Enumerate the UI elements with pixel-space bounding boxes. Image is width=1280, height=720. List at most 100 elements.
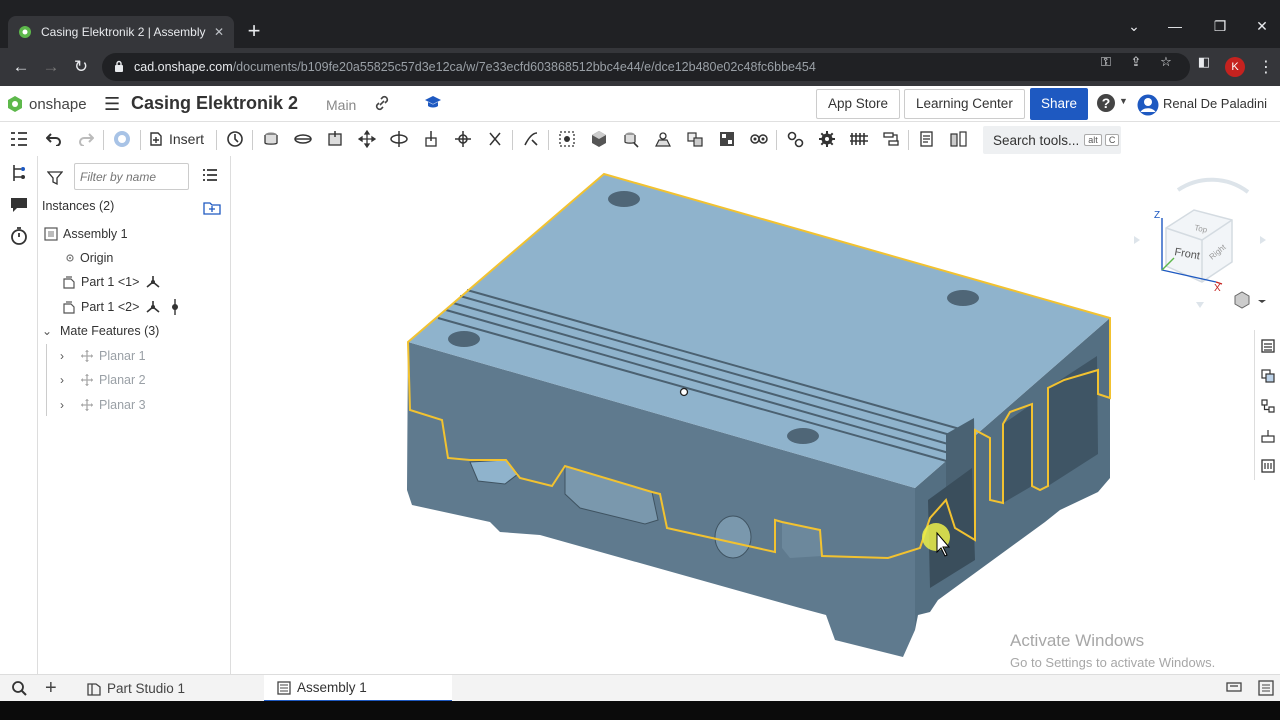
mates-panel-icon[interactable] bbox=[1260, 398, 1276, 414]
tree-item-mate-features[interactable]: ⌄ Mate Features (3) bbox=[42, 322, 159, 340]
app-store-button[interactable]: App Store bbox=[816, 89, 901, 119]
close-window-icon[interactable]: ✕ bbox=[1252, 18, 1272, 35]
reload-icon[interactable]: ↻ bbox=[70, 56, 92, 78]
named-positions-icon[interactable] bbox=[880, 129, 902, 149]
profile-avatar[interactable]: K bbox=[1225, 57, 1245, 77]
chevron-right-icon[interactable]: › bbox=[60, 349, 72, 363]
link-icon[interactable] bbox=[374, 95, 390, 111]
tree-item-planar-2[interactable]: › Planar 2 bbox=[60, 371, 146, 389]
gear-relation-icon[interactable] bbox=[652, 129, 674, 149]
document-title[interactable]: Casing Elektronik 2 bbox=[131, 93, 298, 114]
learning-cap-icon[interactable] bbox=[424, 95, 442, 111]
tree-item-origin[interactable]: Origin bbox=[65, 249, 113, 267]
rack-pinion-icon[interactable] bbox=[684, 129, 706, 149]
slider-mate-icon[interactable] bbox=[324, 129, 346, 149]
document-properties-icon[interactable] bbox=[1258, 680, 1274, 696]
planar-mate-icon[interactable] bbox=[356, 129, 378, 149]
measure-icon[interactable] bbox=[948, 129, 970, 149]
stopwatch-icon[interactable] bbox=[9, 226, 29, 246]
revolute-mate-icon[interactable] bbox=[292, 129, 314, 149]
filter-icon[interactable] bbox=[47, 170, 63, 186]
mate-connector-icon[interactable] bbox=[556, 129, 578, 149]
restore-icon[interactable]: ❐ bbox=[1210, 18, 1230, 35]
planar-mate-icon bbox=[81, 399, 93, 411]
key-icon[interactable]: ⚿ bbox=[1098, 54, 1114, 70]
learning-center-button[interactable]: Learning Center bbox=[904, 89, 1025, 119]
shortcut-alt: alt bbox=[1084, 134, 1102, 146]
chevron-down-icon[interactable]: ⌄ bbox=[42, 324, 54, 338]
appearance-panel-icon[interactable] bbox=[1260, 338, 1276, 354]
url-field[interactable]: cad.onshape.com/documents/b109fe20a55825… bbox=[102, 53, 1190, 81]
group-icon[interactable] bbox=[588, 129, 610, 149]
close-tab-icon[interactable]: ✕ bbox=[214, 25, 224, 39]
top-hole bbox=[947, 290, 979, 306]
tree-item-part1-2[interactable]: Part 1 <2> bbox=[62, 298, 185, 316]
instance-list-icon[interactable] bbox=[9, 163, 29, 183]
linear-relation-icon[interactable] bbox=[748, 129, 770, 149]
side-panel-icon[interactable]: ◧ bbox=[1196, 54, 1212, 70]
list-view-icon[interactable] bbox=[202, 168, 218, 182]
pin-slot-mate-icon[interactable] bbox=[420, 129, 442, 149]
cylindrical-mate-icon[interactable] bbox=[388, 129, 410, 149]
parallel-mate-icon[interactable] bbox=[484, 129, 506, 149]
back-icon[interactable]: ← bbox=[10, 56, 32, 78]
mass-properties-icon[interactable] bbox=[1260, 428, 1276, 444]
pattern-icon[interactable] bbox=[784, 129, 806, 149]
fastened-mate-icon[interactable] bbox=[260, 129, 282, 149]
tangent-mate-icon[interactable] bbox=[520, 129, 542, 149]
port-cutout bbox=[714, 515, 752, 559]
chevron-down-icon[interactable]: ▼ bbox=[1119, 96, 1128, 106]
document-history-icon[interactable] bbox=[1226, 680, 1242, 694]
tab-assembly-1[interactable]: Assembly 1 bbox=[264, 675, 452, 702]
tree-item-planar-3[interactable]: › Planar 3 bbox=[60, 396, 146, 414]
user-name[interactable]: Renal De Paladini bbox=[1163, 96, 1267, 111]
minimize-icon[interactable]: — bbox=[1165, 18, 1185, 34]
insert-button[interactable]: Insert bbox=[148, 128, 204, 150]
planar-3-label: Planar 3 bbox=[99, 398, 146, 412]
tab-manager-icon[interactable] bbox=[10, 680, 28, 696]
casing-model[interactable] bbox=[232, 156, 1254, 674]
add-tab-icon[interactable]: + bbox=[45, 677, 57, 700]
tree-item-part1-1[interactable]: Part 1 <1> bbox=[62, 273, 166, 291]
part-icon bbox=[63, 276, 75, 289]
tree-item-planar-1[interactable]: › Planar 1 bbox=[60, 347, 146, 365]
mate-features-label: Mate Features (3) bbox=[60, 324, 160, 338]
add-folder-icon[interactable] bbox=[203, 200, 221, 216]
browser-tab[interactable]: Casing Elektronik 2 | Assembly 1 ✕ bbox=[8, 16, 234, 48]
screw-relation-icon[interactable] bbox=[716, 129, 738, 149]
bom-panel-icon[interactable] bbox=[1260, 458, 1276, 474]
share-page-icon[interactable]: ⇪ bbox=[1128, 54, 1144, 70]
new-tab-icon[interactable]: + bbox=[244, 20, 264, 44]
search-tools-field[interactable]: Search tools... alt C bbox=[983, 126, 1121, 154]
browser-menu-icon[interactable]: ⋮ bbox=[1258, 57, 1274, 77]
user-avatar-icon[interactable] bbox=[1137, 94, 1159, 116]
document-menu-icon[interactable]: ☰ bbox=[104, 94, 120, 115]
bill-of-materials-icon[interactable] bbox=[916, 129, 938, 149]
tab-search-icon[interactable]: ⌄ bbox=[1124, 18, 1144, 35]
view-cube[interactable]: Front Top Right Z X bbox=[1130, 170, 1270, 310]
redo-icon[interactable] bbox=[75, 129, 97, 149]
tab-part-studio-1[interactable]: Part Studio 1 bbox=[74, 675, 262, 702]
ball-mate-icon[interactable] bbox=[452, 129, 474, 149]
parts-panel-icon[interactable] bbox=[1260, 368, 1276, 384]
chevron-right-icon[interactable]: › bbox=[60, 373, 72, 387]
gear-icon[interactable] bbox=[816, 129, 838, 149]
feature-list-icon[interactable] bbox=[8, 129, 30, 149]
onshape-logo[interactable]: onshape bbox=[6, 95, 87, 113]
chevron-right-icon[interactable]: › bbox=[60, 398, 72, 412]
undo-icon[interactable] bbox=[43, 129, 65, 149]
share-button[interactable]: Share bbox=[1030, 88, 1088, 120]
explode-icon[interactable] bbox=[848, 129, 870, 149]
branch-label[interactable]: Main bbox=[326, 97, 356, 113]
forward-icon[interactable]: → bbox=[40, 56, 62, 78]
relation-icon[interactable] bbox=[620, 129, 642, 149]
regenerate-icon[interactable] bbox=[111, 129, 133, 149]
screen: Casing Elektronik 2 | Assembly 1 ✕ + ⌄ —… bbox=[0, 0, 1280, 720]
tree-item-assembly[interactable]: Assembly 1 bbox=[44, 225, 128, 243]
filter-input[interactable] bbox=[74, 163, 189, 190]
graphics-viewport[interactable] bbox=[232, 156, 1254, 674]
comment-icon[interactable] bbox=[9, 194, 29, 214]
replicate-icon[interactable] bbox=[224, 129, 246, 149]
help-icon[interactable]: ? bbox=[1097, 94, 1115, 112]
bookmark-star-icon[interactable]: ☆ bbox=[1158, 54, 1174, 70]
